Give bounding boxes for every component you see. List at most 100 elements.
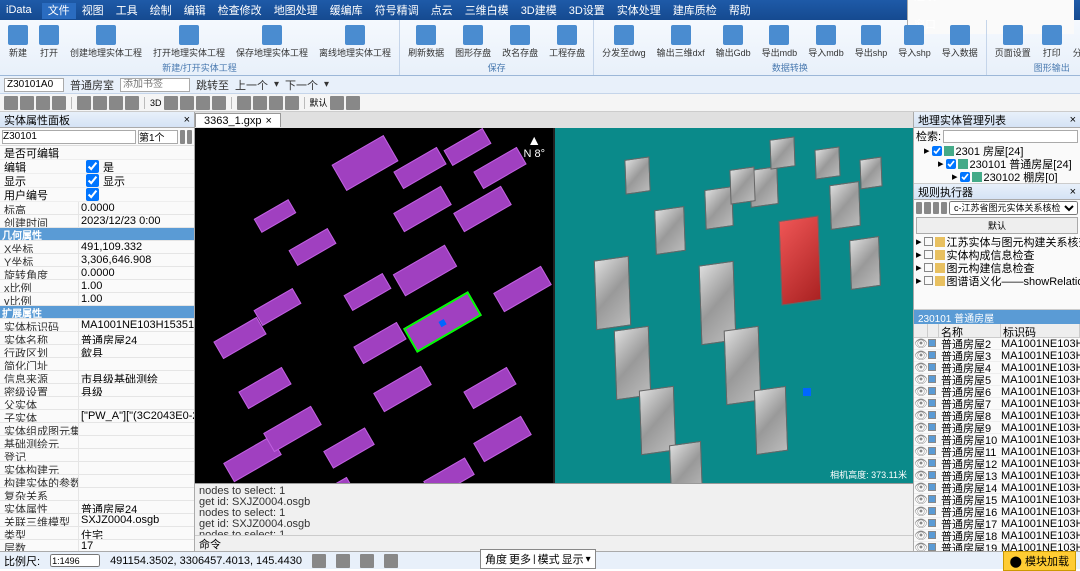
property-row[interactable]: 简化门址 [0,358,194,371]
ribbon-button[interactable]: 分发至dwg [598,22,650,61]
property-row[interactable]: 关联三维模型SXJZ0004.osgb [0,514,194,527]
property-row[interactable]: 标高0.0000 [0,202,194,215]
menu-item[interactable]: 缓编库 [324,3,369,19]
filter-id[interactable] [2,130,136,144]
menu-item[interactable]: 实体处理 [611,3,667,19]
property-row[interactable]: 父实体 [0,397,194,410]
menu-item[interactable]: 3D建模 [515,3,563,19]
menu-item[interactable]: 编辑 [178,3,212,19]
tool-icon[interactable] [285,96,299,110]
ribbon-button[interactable]: 导入shp [894,22,935,61]
pin-icon[interactable] [180,130,185,144]
run-icon[interactable] [916,202,922,214]
property-row[interactable]: 层数17 [0,540,194,551]
status-icon[interactable] [384,554,398,568]
ribbon-button[interactable]: 导出shp [851,22,892,61]
property-row[interactable]: 实体标识码MA1001NE103H15351427... [0,319,194,332]
menu-item[interactable]: 点云 [425,3,459,19]
tool-icon[interactable] [180,96,194,110]
tree-node[interactable]: ▸230102 棚房[0] [914,170,1080,183]
checkbox[interactable] [86,188,99,201]
ribbon-button[interactable]: 图形存盘 [451,22,495,61]
viewport-2d[interactable]: N 8° [195,128,553,483]
rule-item[interactable]: ▸图谱语义化——showRelationMap... [914,274,1080,287]
menu-item[interactable]: 3D设置 [563,3,611,19]
search-input[interactable] [943,130,1078,143]
ribbon-button[interactable]: 新建 [4,22,32,61]
tool-icon[interactable] [4,96,18,110]
tool-icon[interactable] [20,96,34,110]
menu-item[interactable]: 帮助 [723,3,757,19]
mode-dropdown[interactable]: 角度 更多 | 模式 显示 ▾ [480,549,596,569]
ribbon-button[interactable]: 导入mdb [804,22,848,61]
tool-icon[interactable] [933,202,939,214]
default-button[interactable]: 默认 [916,217,1078,234]
rules-select[interactable]: c-江苏省图元实体关系核检 [949,201,1078,215]
ribbon-button[interactable]: 刷新数据 [404,22,448,61]
ribbon-button[interactable]: 保存地理实体工程 [232,22,312,61]
menu-item[interactable]: 工具 [110,3,144,19]
close-icon[interactable]: × [266,115,272,127]
menu-item[interactable]: 视图 [76,3,110,19]
tool-icon[interactable] [52,96,66,110]
property-row[interactable]: 登记 [0,449,194,462]
viewport-3d[interactable]: 相机高度: 373.11米 [555,128,913,483]
col-name[interactable]: 名称 [939,324,1001,337]
tool-icon[interactable] [125,96,139,110]
tool-icon[interactable] [346,96,360,110]
tool-icon[interactable] [36,96,50,110]
ribbon-button[interactable]: 打印 [1038,22,1066,61]
ribbon-button[interactable]: 输出三维dxf [653,22,709,61]
ribbon-button[interactable]: 输出Gdb [712,22,755,61]
ribbon-button[interactable]: 离线地理实体工程 [315,22,395,61]
ribbon-button[interactable]: 分幅打印 [1069,22,1080,61]
menu-item[interactable]: 检查修改 [212,3,268,19]
property-row[interactable]: x比例1.00 [0,280,194,293]
close-icon[interactable]: × [184,114,190,126]
scale-input[interactable] [50,554,100,567]
property-row[interactable]: 旋转角度0.0000 [0,267,194,280]
property-row[interactable]: 子实体["PW_A"]["(3C2043E0-2897-... [0,410,194,423]
property-row[interactable]: 实体属性普通房屋24 [0,501,194,514]
ribbon-button[interactable]: 导出mdb [758,22,802,61]
property-row[interactable]: 类型住宅 [0,527,194,540]
tool-icon[interactable] [109,96,123,110]
property-row[interactable]: 复杂关系 [0,488,194,501]
close-icon[interactable]: × [1070,114,1076,126]
tool-icon[interactable] [269,96,283,110]
tool-icon[interactable] [93,96,107,110]
tool-icon[interactable] [77,96,91,110]
refresh-icon[interactable] [187,130,192,144]
stop-icon[interactable] [924,202,930,214]
property-row[interactable]: 实体名称普通房屋24 [0,332,194,345]
bookmark-input[interactable] [120,78,190,92]
property-row[interactable]: X坐标491,109.332 [0,241,194,254]
col-id[interactable]: 标识码 [1001,324,1080,337]
property-row[interactable]: 信息来源市县级基础测绘 [0,371,194,384]
status-icon[interactable] [336,554,350,568]
command-input[interactable] [225,538,909,550]
property-row[interactable]: 构建实体的参数 [0,475,194,488]
ribbon-button[interactable]: 页面设置 [991,22,1035,61]
property-row[interactable]: 密级设置县级 [0,384,194,397]
property-row[interactable]: 实体构建元 [0,462,194,475]
ribbon-button[interactable]: 改名存盘 [498,22,542,61]
tool-icon[interactable] [196,96,210,110]
menu-options[interactable]: 选项 [908,0,1074,6]
menu-item[interactable]: 建库质检 [667,3,723,19]
tool-icon[interactable] [212,96,226,110]
tool-icon[interactable] [330,96,344,110]
ribbon-button[interactable]: 打开地理实体工程 [149,22,229,61]
menu-item[interactable]: 三维白模 [459,3,515,19]
prev-btn[interactable]: 上一个 [235,77,268,93]
menu-item[interactable]: 符号精调 [369,3,425,19]
ribbon-button[interactable]: 打开 [35,22,63,61]
property-row[interactable]: 行政区划歙县 [0,345,194,358]
property-row[interactable]: 实体组成图元集 [0,423,194,436]
checkbox[interactable] [86,160,99,173]
code-input[interactable] [4,78,64,92]
property-row[interactable]: 基础测绘元 [0,436,194,449]
menu-item[interactable]: 地图处理 [268,3,324,19]
next-btn[interactable]: 下一个 [285,77,318,93]
ribbon-button[interactable]: 工程存盘 [545,22,589,61]
